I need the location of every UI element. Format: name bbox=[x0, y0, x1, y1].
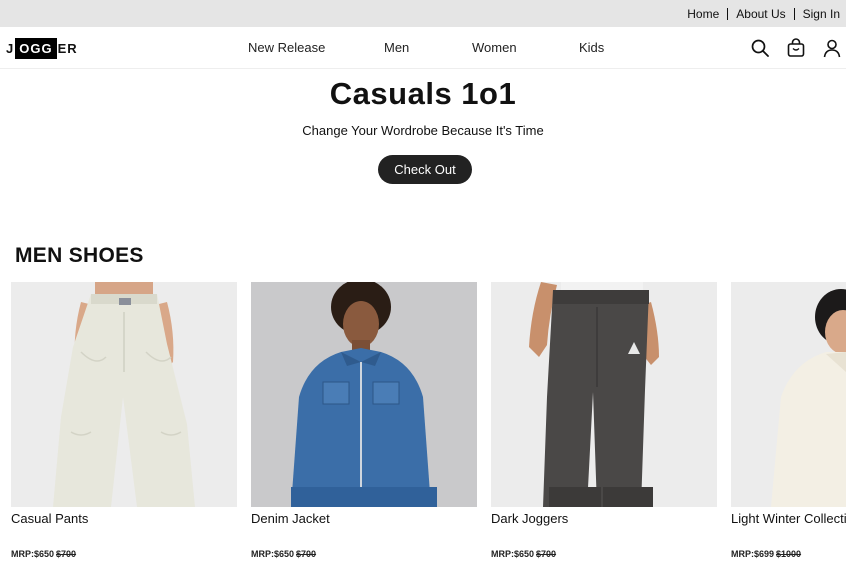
mrp-price: MRP:$650 bbox=[251, 549, 295, 559]
product-name[interactable]: Light Winter Collection bbox=[731, 511, 846, 526]
old-price: $1000 bbox=[776, 549, 802, 559]
old-price: $700 bbox=[296, 549, 317, 559]
hero-title: Casuals 1o1 bbox=[329, 76, 517, 111]
mrp-price: MRP:$699 bbox=[731, 549, 775, 559]
divider bbox=[727, 7, 729, 20]
mrp-price: MRP:$650 bbox=[11, 549, 55, 559]
user-icon[interactable] bbox=[822, 38, 842, 58]
main-navbar: J OGG ER New Release Men Women Kids bbox=[0, 27, 846, 69]
product-price: MRP:$650 $700 bbox=[491, 549, 556, 559]
product-price: MRP:$699 $1000 bbox=[731, 549, 801, 559]
product-card[interactable]: Denim Jacket MRP:$650 $700 bbox=[251, 282, 477, 575]
divider bbox=[793, 7, 795, 20]
sign-in-link[interactable]: Sign In bbox=[803, 7, 840, 21]
about-us-link[interactable]: About Us bbox=[736, 7, 785, 21]
product-image[interactable] bbox=[251, 282, 477, 507]
product-card[interactable]: Light Winter Collection MRP:$699$1000 bbox=[731, 282, 846, 575]
top-links: Home About Us Sign In bbox=[687, 0, 840, 27]
bag-icon[interactable] bbox=[786, 38, 806, 58]
hero-subtitle: Change Your Wordrobe Because It's Time bbox=[302, 123, 544, 138]
product-image[interactable] bbox=[11, 282, 237, 507]
product-image[interactable] bbox=[731, 282, 846, 507]
nav-item-women[interactable]: Women bbox=[472, 40, 517, 55]
product-price: MRP:$650 $700 bbox=[11, 549, 76, 559]
product-name[interactable]: Dark Joggers bbox=[491, 511, 568, 526]
search-icon[interactable] bbox=[750, 38, 770, 58]
product-card[interactable]: Casual Pants MRP:$650 $700 bbox=[11, 282, 237, 575]
nav-item-kids[interactable]: Kids bbox=[579, 40, 604, 55]
product-name[interactable]: Denim Jacket bbox=[251, 511, 330, 526]
product-card[interactable]: Dark Joggers MRP:$650 $700 bbox=[491, 282, 717, 575]
top-utility-bar: Home About Us Sign In bbox=[0, 0, 846, 27]
home-link[interactable]: Home bbox=[687, 7, 719, 21]
nav-menu: New Release Men Women Kids bbox=[0, 27, 846, 69]
old-price: $700 bbox=[56, 549, 77, 559]
section-title: MEN SHOES bbox=[15, 244, 144, 267]
product-name[interactable]: Casual Pants bbox=[11, 511, 88, 526]
product-image[interactable] bbox=[491, 282, 717, 507]
check-out-button[interactable]: Check Out bbox=[378, 155, 472, 184]
nav-item-men[interactable]: Men bbox=[384, 40, 409, 55]
product-price: MRP:$650 $700 bbox=[251, 549, 316, 559]
old-price: $700 bbox=[536, 549, 557, 559]
mrp-price: MRP:$650 bbox=[491, 549, 535, 559]
nav-item-new-release[interactable]: New Release bbox=[248, 40, 325, 55]
